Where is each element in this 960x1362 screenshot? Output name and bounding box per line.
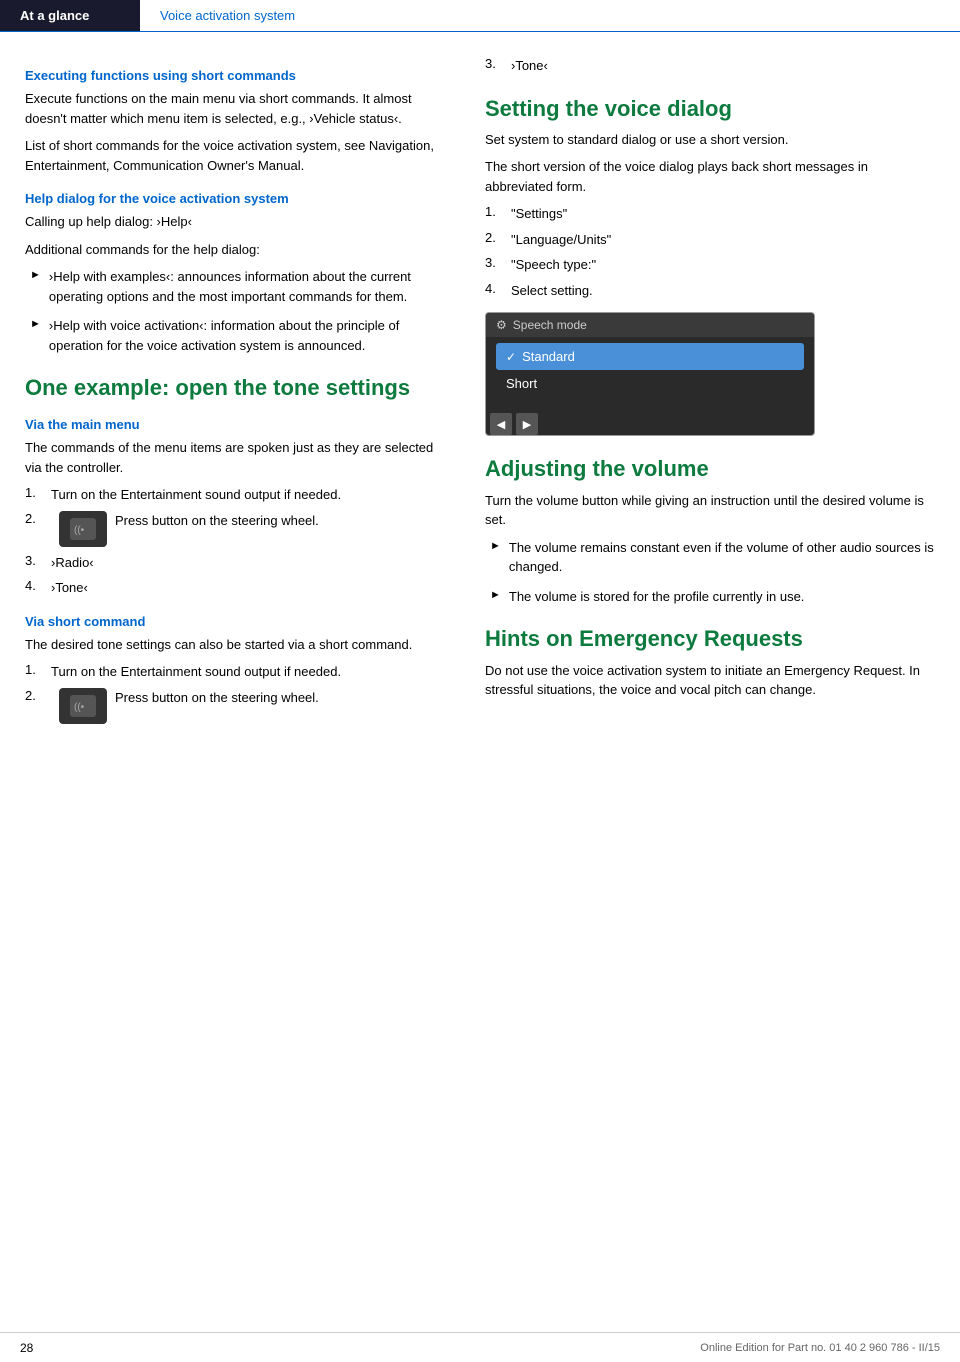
footer-copyright: Online Edition for Part no. 01 40 2 960 … bbox=[700, 1342, 940, 1354]
section-emergency-requests: Hints on Emergency Requests Do not use t… bbox=[485, 626, 935, 699]
help-bullet-1-text: ›Help with examples‹: announces informat… bbox=[49, 267, 435, 306]
help-bullet-2-text: ›Help with voice activation‹: informatio… bbox=[49, 316, 435, 355]
voice-dialog-step2-num: 2. bbox=[485, 230, 503, 250]
main-menu-step2-num: 2. bbox=[25, 511, 51, 526]
short-cmd-step2-content: ((• Press button on the steering wheel. bbox=[59, 688, 319, 724]
adjusting-volume-title: Adjusting the volume bbox=[485, 456, 935, 482]
right-step3-num: 3. bbox=[485, 56, 503, 76]
header-right-label: Voice activation system bbox=[160, 8, 295, 23]
setting-voice-dialog-title: Setting the voice dialog bbox=[485, 96, 935, 122]
speech-mode-short: Short bbox=[496, 370, 804, 397]
right-column: 3. ›Tone‹ Setting the voice dialog Set s… bbox=[460, 52, 960, 730]
example-tone-title: One example: open the tone settings bbox=[25, 375, 435, 401]
short-cmd-step2-num: 2. bbox=[25, 688, 51, 703]
speech-mode-options: Standard Short bbox=[486, 337, 814, 407]
via-short-command-title: Via short command bbox=[25, 614, 435, 629]
short-cmd-step1: 1. Turn on the Entertainment sound outpu… bbox=[25, 662, 435, 682]
main-menu-step1-num: 1. bbox=[25, 485, 43, 505]
main-menu-step4-num: 4. bbox=[25, 578, 43, 598]
steering-wheel-button-icon: ((• bbox=[59, 511, 107, 547]
via-main-menu-body: The commands of the menu items are spoke… bbox=[25, 438, 435, 477]
voice-dialog-body2: The short version of the voice dialog pl… bbox=[485, 157, 935, 196]
main-menu-step1: 1. Turn on the Entertainment sound outpu… bbox=[25, 485, 435, 505]
voice-dialog-step1: 1. "Settings" bbox=[485, 204, 935, 224]
main-menu-step4: 4. ›Tone‹ bbox=[25, 578, 435, 598]
short-cmd-step1-text: Turn on the Entertainment sound output i… bbox=[51, 662, 341, 682]
left-column: Executing functions using short commands… bbox=[0, 52, 460, 730]
help-dialog-title: Help dialog for the voice activation sys… bbox=[25, 191, 435, 206]
voice-dialog-step2-text: "Language/Units" bbox=[511, 230, 611, 250]
executing-functions-title: Executing functions using short commands bbox=[25, 68, 435, 83]
main-menu-step2: 2. ((• Press button on the steering whee… bbox=[25, 511, 435, 547]
help-bullet-2: ► ›Help with voice activation‹: informat… bbox=[25, 316, 435, 355]
right-step3: 3. ›Tone‹ bbox=[485, 56, 935, 76]
volume-bullet-arrow-2: ► bbox=[490, 589, 501, 607]
header-tab-left: At a glance bbox=[0, 0, 140, 31]
help-bullet-1: ► ›Help with examples‹: announces inform… bbox=[25, 267, 435, 306]
svg-text:((•: ((• bbox=[74, 525, 85, 536]
short-cmd-step2: 2. ((• Press button on the steering whee… bbox=[25, 688, 435, 724]
voice-dialog-step4-num: 4. bbox=[485, 281, 503, 301]
speech-mode-title-bar: ⚙ Speech mode bbox=[486, 313, 814, 337]
help-dialog-additional: Additional commands for the help dialog: bbox=[25, 240, 435, 260]
voice-dialog-step4-text: Select setting. bbox=[511, 281, 593, 301]
voice-dialog-step1-text: "Settings" bbox=[511, 204, 567, 224]
speech-mode-standard: Standard bbox=[496, 343, 804, 370]
main-menu-step3: 3. ›Radio‹ bbox=[25, 553, 435, 573]
main-menu-step3-text: ›Radio‹ bbox=[51, 553, 94, 573]
emergency-requests-body: Do not use the voice activation system t… bbox=[485, 661, 935, 700]
section-help-dialog: Help dialog for the voice activation sys… bbox=[25, 191, 435, 355]
speech-mode-dialog: ⚙ Speech mode Standard Short ◀ ▶ bbox=[485, 312, 815, 436]
section-executing-functions: Executing functions using short commands… bbox=[25, 68, 435, 175]
volume-bullet-1-text: The volume remains constant even if the … bbox=[509, 538, 935, 577]
voice-dialog-step3-num: 3. bbox=[485, 255, 503, 275]
section-setting-voice-dialog: Setting the voice dialog Set system to s… bbox=[485, 96, 935, 437]
nav-arrow-left: ◀ bbox=[490, 413, 512, 435]
short-cmd-step1-num: 1. bbox=[25, 662, 43, 682]
page-number: 28 bbox=[20, 1341, 33, 1355]
section-example-tone: One example: open the tone settings Via … bbox=[25, 375, 435, 724]
main-menu-step2-text: Press button on the steering wheel. bbox=[115, 511, 319, 531]
page-footer: 28 Online Edition for Part no. 01 40 2 9… bbox=[0, 1332, 960, 1362]
short-cmd-step2-text: Press button on the steering wheel. bbox=[115, 688, 319, 708]
steering-wheel-button-icon-2: ((• bbox=[59, 688, 107, 724]
main-menu-step1-text: Turn on the Entertainment sound output i… bbox=[51, 485, 341, 505]
voice-dialog-step3-text: "Speech type:" bbox=[511, 255, 596, 275]
voice-dialog-step1-num: 1. bbox=[485, 204, 503, 224]
via-short-command-body: The desired tone settings can also be st… bbox=[25, 635, 435, 655]
voice-dialog-step3: 3. "Speech type:" bbox=[485, 255, 935, 275]
help-dialog-calling: Calling up help dialog: ›Help‹ bbox=[25, 212, 435, 232]
volume-bullet-arrow-1: ► bbox=[490, 540, 501, 577]
header-left-label: At a glance bbox=[20, 8, 89, 23]
volume-bullet-2-text: The volume is stored for the profile cur… bbox=[509, 587, 805, 607]
page-header: At a glance Voice activation system bbox=[0, 0, 960, 32]
voice-dialog-step4: 4. Select setting. bbox=[485, 281, 935, 301]
speech-mode-title-text: Speech mode bbox=[513, 318, 587, 332]
right-step3-text: ›Tone‹ bbox=[511, 56, 548, 76]
voice-dialog-step2: 2. "Language/Units" bbox=[485, 230, 935, 250]
main-menu-step3-num: 3. bbox=[25, 553, 43, 573]
speech-mode-nav: ◀ ▶ bbox=[486, 413, 814, 435]
volume-bullet-2: ► The volume is stored for the profile c… bbox=[485, 587, 935, 607]
nav-arrow-right: ▶ bbox=[516, 413, 538, 435]
bullet-arrow-1: ► bbox=[30, 269, 41, 306]
speech-mode-icon: ⚙ bbox=[496, 318, 507, 332]
via-main-menu-title: Via the main menu bbox=[25, 417, 435, 432]
main-content: Executing functions using short commands… bbox=[0, 32, 960, 750]
speech-mode-short-text: Short bbox=[506, 376, 537, 391]
main-menu-step2-content: ((• Press button on the steering wheel. bbox=[59, 511, 319, 547]
section-adjusting-volume: Adjusting the volume Turn the volume but… bbox=[485, 456, 935, 606]
executing-functions-body2: List of short commands for the voice act… bbox=[25, 136, 435, 175]
emergency-requests-title: Hints on Emergency Requests bbox=[485, 626, 935, 652]
main-menu-step4-text: ›Tone‹ bbox=[51, 578, 88, 598]
header-tab-right: Voice activation system bbox=[140, 8, 315, 23]
via-short-command-section: Via short command The desired tone setti… bbox=[25, 614, 435, 724]
bullet-arrow-2: ► bbox=[30, 318, 41, 355]
volume-bullet-1: ► The volume remains constant even if th… bbox=[485, 538, 935, 577]
speech-mode-standard-text: Standard bbox=[522, 349, 575, 364]
svg-text:((•: ((• bbox=[74, 702, 85, 713]
adjusting-volume-body: Turn the volume button while giving an i… bbox=[485, 491, 935, 530]
executing-functions-body1: Execute functions on the main menu via s… bbox=[25, 89, 435, 128]
voice-dialog-body1: Set system to standard dialog or use a s… bbox=[485, 130, 935, 150]
